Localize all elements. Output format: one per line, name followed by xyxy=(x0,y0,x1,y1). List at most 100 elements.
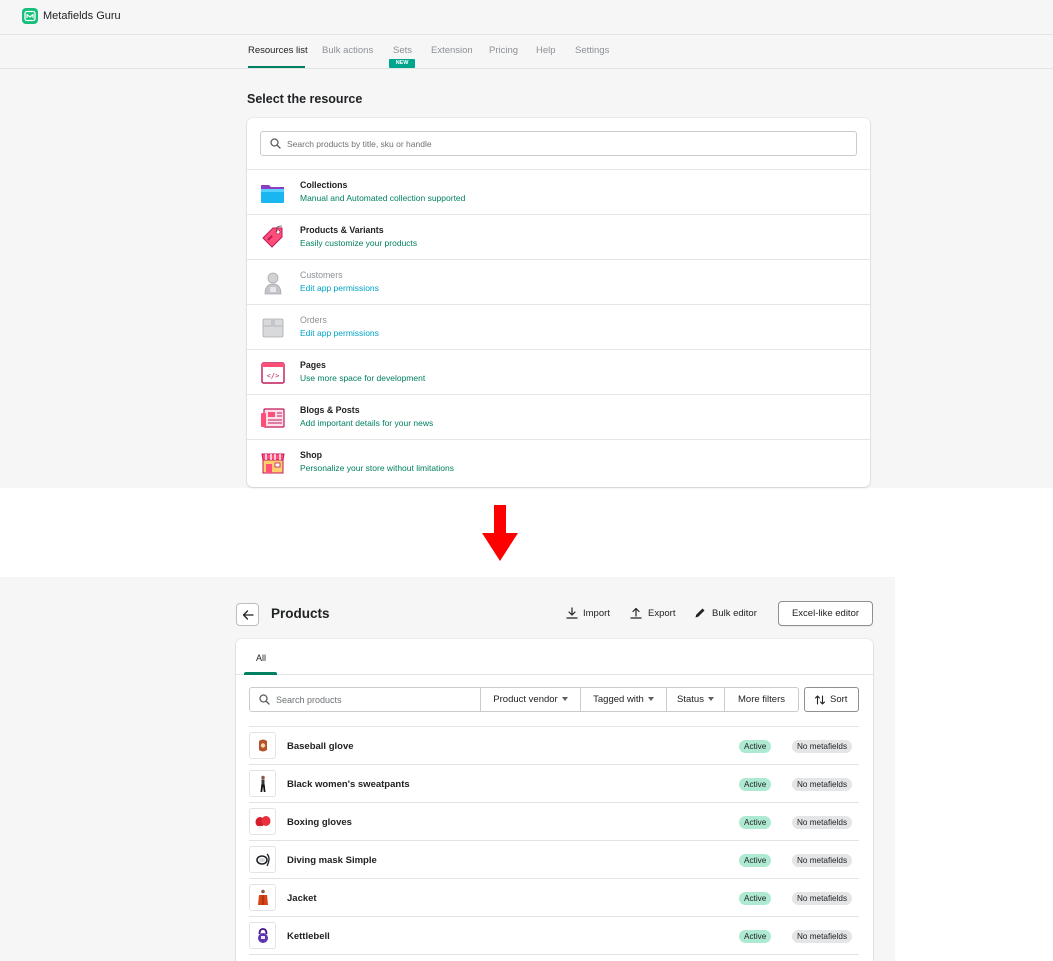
resource-title: Collections xyxy=(300,180,348,190)
resource-item-shop[interactable]: Shop Personalize your store without limi… xyxy=(247,439,870,484)
product-name[interactable]: Diving mask Simple xyxy=(287,855,377,866)
app-name: Metafields Guru xyxy=(43,10,121,22)
page-title: Products xyxy=(271,606,330,621)
resource-subtitle: Personalize your store without limitatio… xyxy=(300,463,455,473)
product-name[interactable]: Baseball glove xyxy=(287,741,354,752)
sort-icon xyxy=(814,695,826,705)
resource-item-blogs-posts[interactable]: Blogs & Posts Add important details for … xyxy=(247,394,870,439)
metafields-badge: No metafields xyxy=(792,740,853,753)
metafields-badge: No metafields xyxy=(792,816,853,829)
product-name[interactable]: Kettlebell xyxy=(287,931,330,942)
resource-item-orders[interactable]: Orders Edit app permissions xyxy=(247,304,870,349)
tab-extension[interactable]: Extension xyxy=(431,45,473,56)
product-thumbnail xyxy=(249,846,276,873)
box-icon xyxy=(262,318,284,338)
resource-subtitle: Manual and Automated collection supporte… xyxy=(300,193,466,203)
active-tab-indicator xyxy=(248,66,305,68)
resource-search-field[interactable] xyxy=(260,131,857,156)
product-thumbnail xyxy=(249,770,276,797)
tab-bulk-actions[interactable]: Bulk actions xyxy=(322,45,373,56)
resource-title: Products & Variants xyxy=(300,225,384,235)
product-row[interactable]: Kettlebell Active No metafields xyxy=(249,916,859,954)
tab-pricing[interactable]: Pricing xyxy=(489,45,518,56)
down-arrow-icon xyxy=(482,505,518,561)
tab-sets[interactable]: Sets xyxy=(393,45,412,56)
product-tabs: All xyxy=(236,639,873,675)
tab-settings[interactable]: Settings xyxy=(575,45,609,56)
metafields-badge: No metafields xyxy=(792,778,853,791)
pencil-icon xyxy=(695,608,705,618)
product-name[interactable]: Jacket xyxy=(287,893,317,904)
metafields-guru-logo-icon xyxy=(22,8,38,24)
page-title: Select the resource xyxy=(247,92,363,106)
resource-item-pages[interactable]: </> Pages Use more space for development xyxy=(247,349,870,394)
metafields-badge: No metafields xyxy=(792,854,853,867)
product-thumbnail xyxy=(249,808,276,835)
export-icon xyxy=(630,607,642,619)
metafields-badge: No metafields xyxy=(792,930,853,943)
resource-list-card: Collections Manual and Automated collect… xyxy=(247,118,870,487)
product-search-field[interactable] xyxy=(249,687,481,712)
edit-permissions-link[interactable]: Edit app permissions xyxy=(300,283,379,293)
status-badge: Active xyxy=(739,816,772,829)
resource-subtitle: Add important details for your news xyxy=(300,418,434,428)
app-header: Metafields Guru xyxy=(0,0,1053,35)
sort-button[interactable]: Sort xyxy=(804,687,859,712)
folder-icon xyxy=(261,185,284,203)
resource-title: Shop xyxy=(300,450,322,460)
back-button[interactable] xyxy=(236,603,259,626)
product-vendor-filter[interactable]: Product vendor xyxy=(481,687,581,712)
status-badge: Active xyxy=(739,930,772,943)
excel-like-editor-button[interactable]: Excel-like editor xyxy=(778,601,873,626)
product-row[interactable]: Boxing gloves Active No metafields xyxy=(249,802,859,840)
customer-icon xyxy=(264,272,282,295)
product-name[interactable]: Boxing gloves xyxy=(287,817,352,828)
resource-title: Orders xyxy=(300,315,327,325)
status-badge: Active xyxy=(739,778,772,791)
sweatpants-icon xyxy=(260,775,266,792)
search-icon xyxy=(270,138,281,149)
tab-help[interactable]: Help xyxy=(536,45,556,56)
status-badge: Active xyxy=(739,854,772,867)
product-row-partial xyxy=(249,954,859,961)
caret-down-icon xyxy=(707,697,714,701)
baseball-glove-icon xyxy=(259,739,267,752)
status-badge: Active xyxy=(739,740,772,753)
boxing-gloves-icon xyxy=(255,816,271,829)
import-label: Import xyxy=(583,608,610,619)
export-label: Export xyxy=(648,608,676,619)
more-filters-label: More filters xyxy=(738,694,785,705)
tagged-with-label: Tagged with xyxy=(593,694,644,705)
product-vendor-label: Product vendor xyxy=(493,694,558,705)
resource-item-products-variants[interactable]: Products & Variants Easily customize you… xyxy=(247,214,870,259)
product-row[interactable]: Baseball glove Active No metafields xyxy=(249,726,859,764)
product-row[interactable]: Diving mask Simple Active No metafields xyxy=(249,840,859,878)
resource-title: Pages xyxy=(300,360,326,370)
edit-permissions-link[interactable]: Edit app permissions xyxy=(300,328,379,338)
resource-title: Customers xyxy=(300,270,343,280)
product-thumbnail xyxy=(249,922,276,949)
resource-item-customers[interactable]: Customers Edit app permissions xyxy=(247,259,870,304)
more-filters-button[interactable]: More filters xyxy=(725,687,799,712)
status-filter[interactable]: Status xyxy=(667,687,725,712)
caret-down-icon xyxy=(561,697,568,701)
diving-mask-icon xyxy=(256,853,270,867)
jacket-icon xyxy=(258,889,268,905)
product-search-input[interactable] xyxy=(276,691,476,708)
product-name[interactable]: Black women's sweatpants xyxy=(287,779,410,790)
search-icon xyxy=(259,694,270,705)
products-card: All Product vendor Tagged with Status xyxy=(236,639,873,961)
tagged-with-filter[interactable]: Tagged with xyxy=(581,687,667,712)
products-screen: Products Import Export Bulk editor Excel… xyxy=(0,577,895,961)
resource-subtitle: Easily customize your products xyxy=(300,238,418,248)
resource-search-input[interactable] xyxy=(287,135,847,152)
price-tag-icon xyxy=(262,225,283,248)
product-row[interactable]: Black women's sweatpants Active No metaf… xyxy=(249,764,859,802)
resource-item-collections[interactable]: Collections Manual and Automated collect… xyxy=(247,169,870,214)
import-icon xyxy=(566,607,578,619)
tab-resources-list[interactable]: Resources list xyxy=(248,45,308,56)
bulk-editor-label: Bulk editor xyxy=(712,608,757,619)
tab-all[interactable]: All xyxy=(256,653,266,663)
product-row[interactable]: Jacket Active No metafields xyxy=(249,878,859,916)
sort-label: Sort xyxy=(830,694,848,705)
